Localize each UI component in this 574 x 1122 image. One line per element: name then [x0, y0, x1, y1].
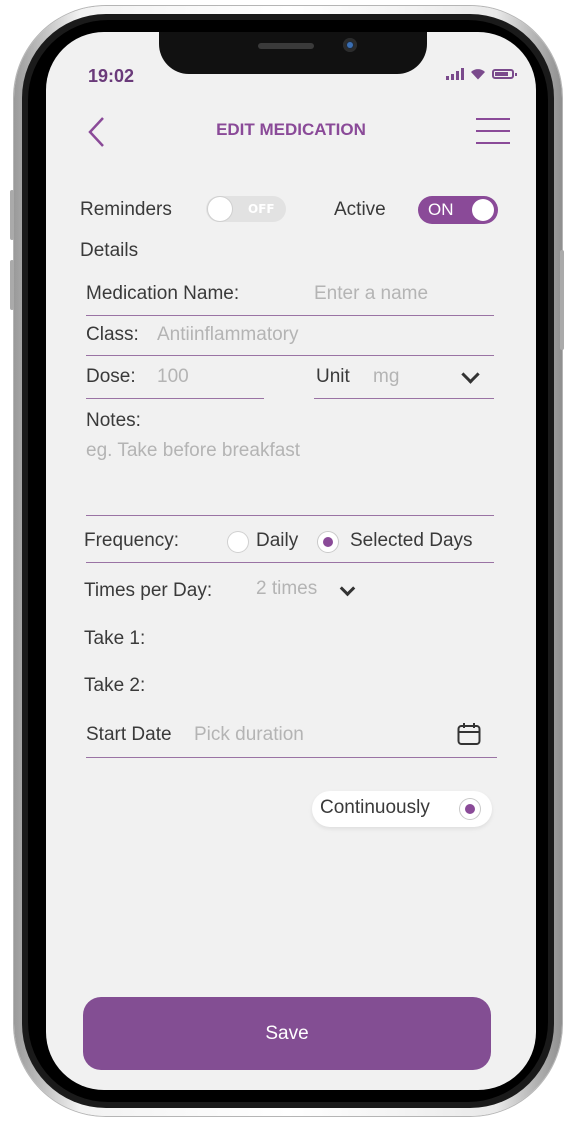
- status-icons: [446, 68, 517, 80]
- page-title: EDIT MEDICATION: [216, 120, 366, 139]
- reminders-label: Reminders: [80, 199, 172, 220]
- unit-select[interactable]: mg: [373, 366, 399, 388]
- camera: [343, 38, 357, 52]
- class-label: Class:: [86, 324, 139, 345]
- frequency-label: Frequency:: [84, 530, 180, 551]
- battery-icon: [492, 69, 517, 79]
- unit-chevron-down-icon[interactable]: [461, 365, 480, 384]
- signal-icon: [446, 68, 464, 80]
- times-per-day-select[interactable]: 2 times: [256, 578, 317, 600]
- notes-label: Notes:: [86, 410, 141, 431]
- volume-up-button: [10, 190, 14, 240]
- app-screen: 19:02 EDIT MEDICATION Reminders OFF Acti…: [46, 32, 536, 1090]
- take2-label: Take 2:: [84, 675, 146, 696]
- unit-label: Unit: [316, 366, 350, 387]
- reminders-toggle-state: OFF: [248, 202, 275, 216]
- continuously-radio[interactable]: [460, 799, 480, 819]
- frequency-daily-radio[interactable]: [228, 532, 248, 552]
- notes-textarea[interactable]: eg. Take before breakfast: [86, 440, 300, 462]
- hamburger-menu-icon[interactable]: [476, 118, 510, 146]
- times-per-day-label: Times per Day:: [84, 580, 213, 601]
- start-date-underline: [86, 757, 497, 758]
- toggle-knob: [472, 199, 494, 221]
- class-input[interactable]: Antiinflammatory: [157, 324, 299, 346]
- dose-input[interactable]: 100: [157, 366, 189, 388]
- start-date-input[interactable]: Pick duration: [194, 724, 304, 746]
- unit-underline: [314, 398, 494, 399]
- details-section-label: Details: [80, 240, 139, 261]
- medication-name-underline: [86, 315, 494, 316]
- medication-name-input[interactable]: Enter a name: [314, 283, 428, 305]
- frequency-daily-label: Daily: [256, 530, 299, 551]
- speaker: [258, 43, 314, 49]
- frequency-selected-days-label: Selected Days: [350, 530, 473, 551]
- status-time: 19:02: [88, 66, 135, 86]
- save-button[interactable]: Save: [83, 997, 491, 1070]
- active-label: Active: [334, 199, 386, 220]
- calendar-icon[interactable]: [457, 722, 481, 746]
- take1-label: Take 1:: [84, 628, 146, 649]
- medication-name-label: Medication Name:: [86, 283, 240, 304]
- class-underline: [86, 355, 494, 356]
- toggle-knob: [208, 197, 232, 221]
- wifi-icon: [471, 69, 485, 80]
- frequency-selected-days-radio[interactable]: [318, 532, 338, 552]
- frequency-underline: [86, 562, 494, 563]
- power-button: [560, 250, 564, 350]
- notch: [159, 32, 427, 74]
- continuously-label: Continuously: [320, 797, 430, 818]
- active-toggle[interactable]: ON: [418, 196, 498, 224]
- continuously-option[interactable]: Continuously: [312, 791, 492, 827]
- notes-underline: [86, 515, 494, 516]
- start-date-label: Start Date: [86, 724, 172, 745]
- times-chevron-down-icon[interactable]: [339, 580, 356, 597]
- volume-down-button: [10, 260, 14, 310]
- reminders-toggle[interactable]: OFF: [206, 196, 286, 222]
- active-toggle-state: ON: [428, 200, 454, 219]
- dose-label: Dose:: [86, 366, 136, 387]
- dose-underline: [86, 398, 264, 399]
